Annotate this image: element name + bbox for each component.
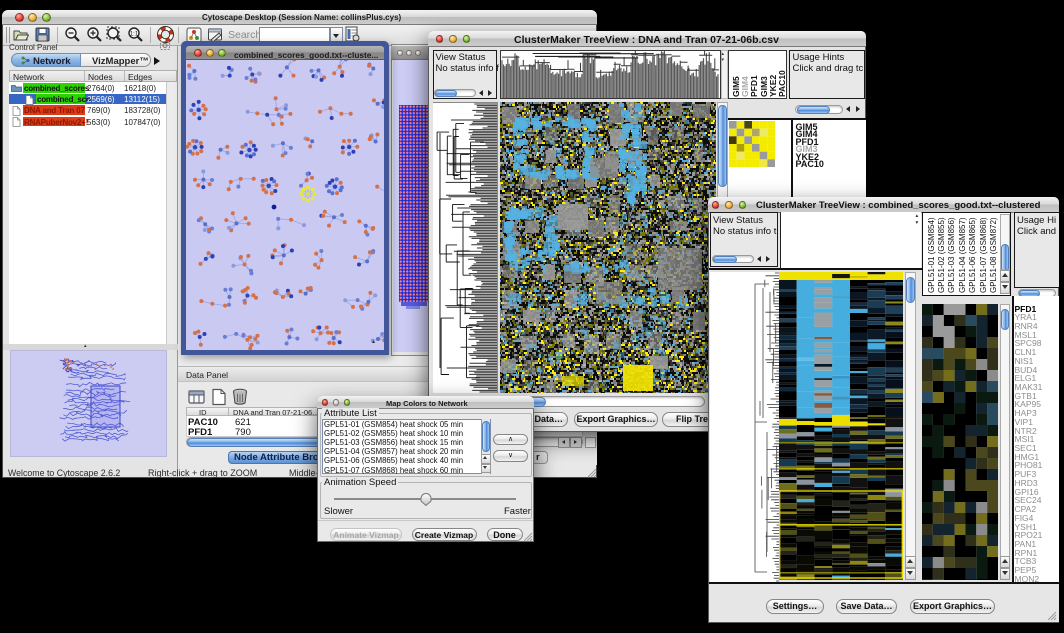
- svg-text:1:1: 1:1: [130, 32, 139, 38]
